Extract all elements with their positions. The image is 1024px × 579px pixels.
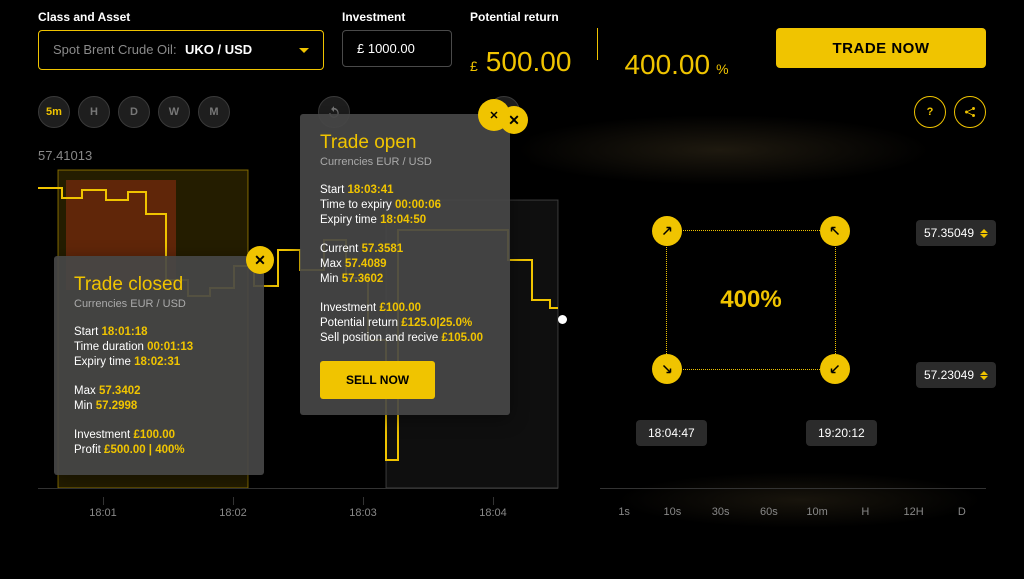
current-price-label: 57.41013 [38,148,92,163]
return-amount: 500.00 [486,46,572,78]
help-button[interactable]: ? [914,96,946,128]
investment-value: £100.00 [133,429,175,441]
expiry-end-time: 19:20:12 [806,420,877,446]
duration-label: Time duration [74,341,144,353]
asset-name: Spot Brent Crude Oil: [53,42,177,57]
popup-title: Trade closed [74,274,244,296]
expiry-selector: 1s 10s 30s 60s 10m H 12H D [600,488,986,530]
x-tick: 18:02 [168,507,298,519]
step-down-icon[interactable] [980,376,988,380]
timeframe-5m[interactable]: 5m [38,96,70,128]
upper-price-pill[interactable]: 57.35049 [916,220,996,246]
investment-label: Investment [320,302,376,314]
share-button[interactable] [954,96,986,128]
chart-x-axis: 18:01 18:02 18:03 18:04 [38,488,558,530]
expiry-option-60s[interactable]: 60s [745,506,793,518]
sell-now-button[interactable]: SELL NOW [320,361,435,399]
max-label: Max [74,385,96,397]
expiry-option-30s[interactable]: 30s [697,506,745,518]
arrow-icon [661,363,673,375]
min-value: 57.3602 [342,273,384,285]
lower-price-pill[interactable]: 57.23049 [916,362,996,388]
close-button[interactable]: ✕ [246,246,274,274]
profit-label: Profit [74,444,101,456]
divider [597,28,598,60]
min-label: Min [320,273,339,285]
investment-value: £100.00 [379,302,421,314]
timeframe-m[interactable]: M [198,96,230,128]
popup-subtitle: Currencies EUR / USD [74,298,244,310]
return-percent-symbol: % [716,61,728,77]
arrow-icon [829,363,841,375]
step-up-icon[interactable] [980,371,988,375]
timeframe-w[interactable]: W [158,96,190,128]
sell-position-label: Sell position and recive [320,332,438,344]
max-value: 57.3402 [99,385,141,397]
class-asset-label: Class and Asset [38,10,324,24]
start-value: 18:03:41 [348,184,394,196]
price-marker-icon [558,315,567,324]
profit-value: £500.00 | 400% [104,444,185,456]
trade-open-popup: ✕ Trade open Currencies EUR / USD Start … [300,114,510,415]
payout-percent: 400% [720,286,781,314]
arrow-icon [829,225,841,237]
handle-top-left[interactable] [652,216,682,246]
expiry-option-10m[interactable]: 10m [793,506,841,518]
duration-value: 00:01:13 [147,341,193,353]
arrow-icon [661,225,673,237]
step-up-icon[interactable] [980,229,988,233]
expiry-option-10s[interactable]: 10s [648,506,696,518]
tte-value: 00:00:06 [395,199,441,211]
investment-label: Investment [342,10,452,24]
popup-title: Trade open [320,132,490,154]
asset-selector[interactable]: Spot Brent Crude Oil: UKO / USD [38,30,324,70]
trade-now-button[interactable]: TRADE NOW [776,28,986,68]
start-value: 18:01:18 [102,326,148,338]
potential-return-value: £125.0|25.0% [401,317,472,329]
expiry-option-h[interactable]: H [841,506,889,518]
popup-subtitle: Currencies EUR / USD [320,156,490,168]
expiry-option-d[interactable]: D [938,506,986,518]
handle-bottom-left[interactable] [652,354,682,384]
current-label: Current [320,243,358,255]
expiry-option-1s[interactable]: 1s [600,506,648,518]
lower-price-value: 57.23049 [924,368,974,382]
upper-price-value: 57.35049 [924,226,974,240]
potential-return-label: Potential return [470,10,571,24]
investment-label: Investment [74,429,130,441]
start-label: Start [74,326,98,338]
x-tick: 18:04 [428,507,558,519]
max-label: Max [320,258,342,270]
asset-ticker: UKO / USD [185,42,252,57]
potential-return-label: Potential return [320,317,398,329]
min-label: Min [74,400,93,412]
expiry-box: 400% [666,230,836,370]
expiry-label: Expiry time [74,356,131,368]
x-tick: 18:01 [38,507,168,519]
max-value: 57.4089 [345,258,387,270]
tte-label: Time to expiry [320,199,392,211]
expiry-label: Expiry time [320,214,377,226]
step-down-icon[interactable] [980,234,988,238]
current-value: 57.3581 [362,243,404,255]
expiry-option-12h[interactable]: 12H [890,506,938,518]
start-label: Start [320,184,344,196]
handle-top-right[interactable] [820,216,850,246]
timeframe-d[interactable]: D [118,96,150,128]
share-icon [963,105,977,119]
sell-position-value: £105.00 [441,332,483,344]
x-tick: 18:03 [298,507,428,519]
expiry-value: 18:04:50 [380,214,426,226]
return-currency: £ [470,58,478,74]
return-percent: 400.00 [624,49,710,81]
trade-closed-popup: ✕ Trade closed Currencies EUR / USD Star… [54,256,264,475]
min-value: 57.2998 [96,400,138,412]
chevron-down-icon [299,48,309,53]
timeframe-h[interactable]: H [78,96,110,128]
close-open-popup-button[interactable]: ✕ [478,99,510,131]
expiry-start-time: 18:04:47 [636,420,707,446]
expiry-value: 18:02:31 [134,356,180,368]
investment-input[interactable] [342,30,452,67]
handle-bottom-right[interactable] [820,354,850,384]
